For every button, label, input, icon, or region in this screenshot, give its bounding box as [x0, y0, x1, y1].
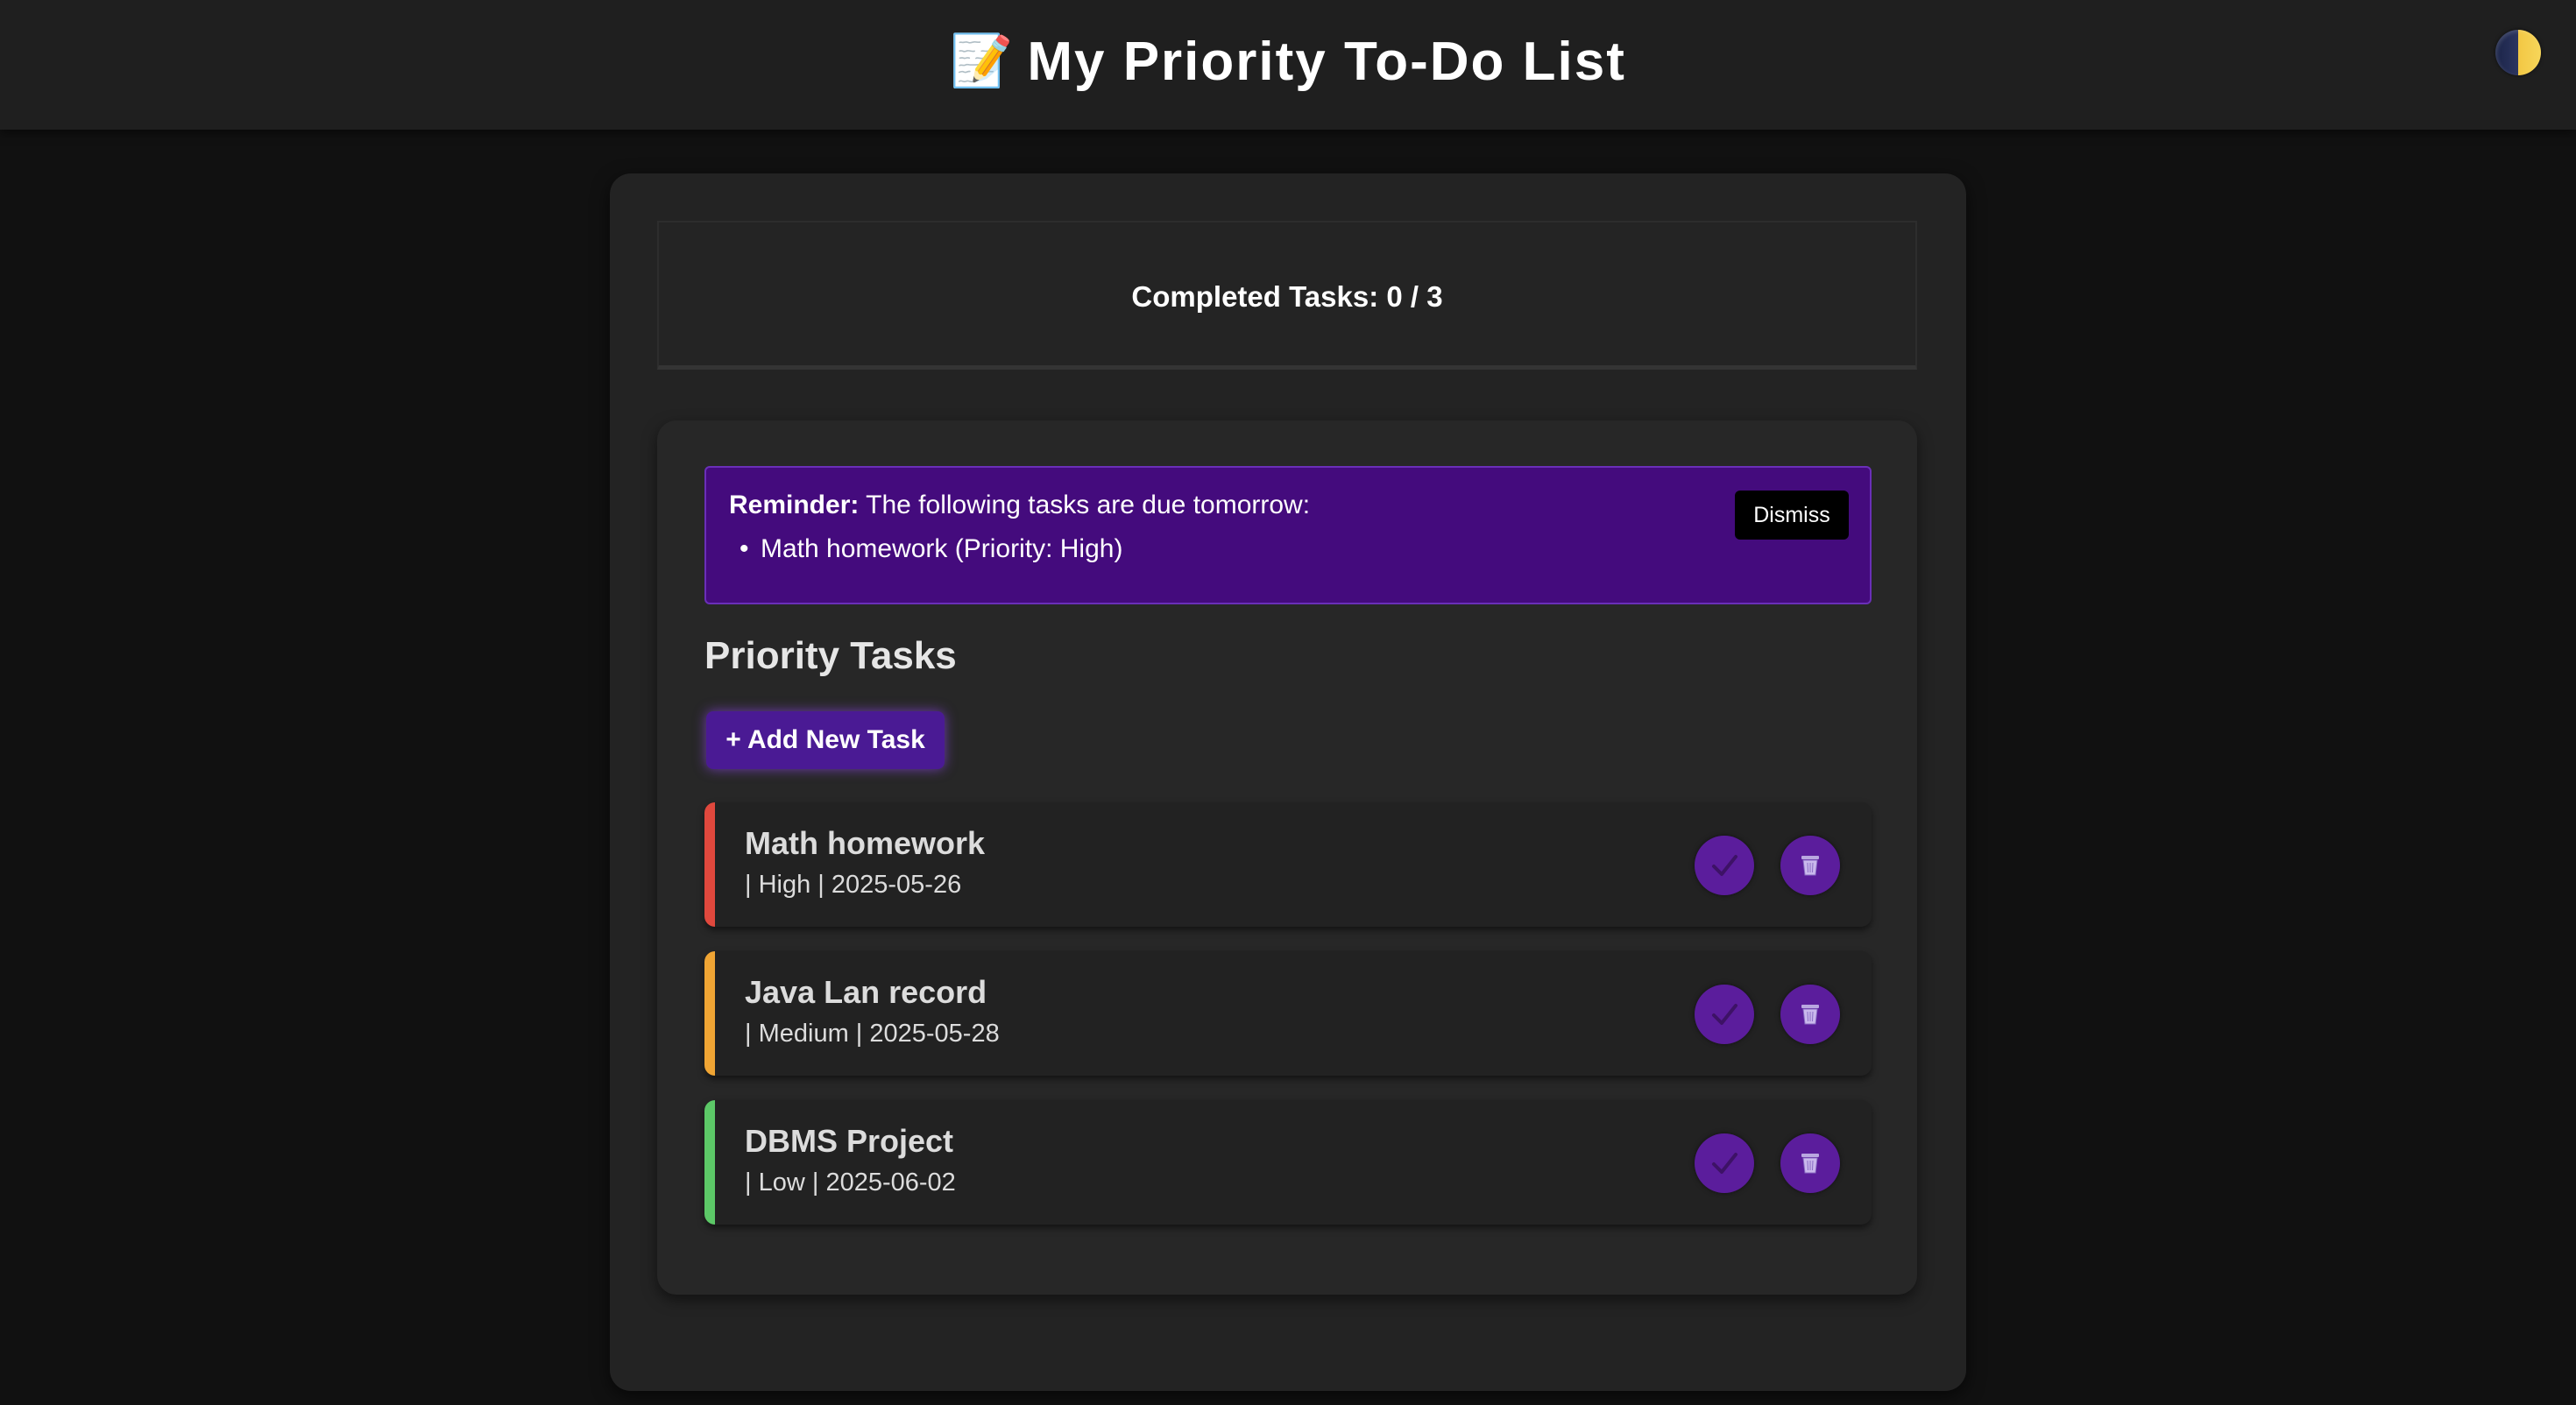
memo-icon: 📝 [950, 32, 1016, 89]
task-card: Java Lan record | Medium | 2025-05-28 [704, 951, 1872, 1076]
task-card: Math homework | High | 2025-05-26 [704, 802, 1872, 927]
main-container: Completed Tasks: 0 / 3 Reminder: The fol… [610, 173, 1966, 1391]
reminder-message: Reminder: The following tasks are due to… [729, 491, 1310, 520]
task-meta: | Medium | 2025-05-28 [745, 1020, 1000, 1048]
task-meta: | Low | 2025-06-02 [745, 1168, 956, 1197]
checkmark-icon [1712, 1153, 1737, 1174]
task-panel: Reminder: The following tasks are due to… [657, 420, 1917, 1295]
task-card: DBMS Project | Low | 2025-06-02 [704, 1100, 1872, 1225]
add-task-button[interactable]: + Add New Task [706, 711, 945, 769]
task-name: DBMS Project [745, 1123, 954, 1159]
checkmark-icon [1712, 1004, 1737, 1025]
app-header: 📝 My Priority To-Do List [0, 0, 2576, 130]
complete-task-button[interactable] [1695, 985, 1754, 1044]
bullet-icon: • [740, 534, 749, 563]
page-title: 📝 My Priority To-Do List [0, 0, 2576, 123]
checkmark-icon [1712, 855, 1737, 876]
complete-task-button[interactable] [1695, 836, 1754, 895]
delete-task-button[interactable] [1780, 1133, 1840, 1193]
priority-stripe [704, 802, 715, 927]
reminder-banner: Reminder: The following tasks are due to… [704, 466, 1872, 604]
trash-icon [1801, 1154, 1819, 1174]
completed-tasks-counter: Completed Tasks: 0 / 3 [1131, 280, 1443, 313]
reminder-label: Reminder: [729, 491, 860, 519]
completion-stats: Completed Tasks: 0 / 3 [657, 221, 1917, 370]
reminder-list-item: • Math homework (Priority: High) [740, 534, 1122, 564]
task-meta: | High | 2025-05-26 [745, 871, 962, 899]
complete-task-button[interactable] [1695, 1133, 1754, 1193]
page-title-text: My Priority To-Do List [1027, 32, 1626, 92]
section-title: Priority Tasks [704, 634, 957, 677]
priority-stripe [704, 1100, 715, 1225]
task-name: Java Lan record [745, 974, 987, 1010]
dismiss-button[interactable]: Dismiss [1735, 491, 1849, 540]
reminder-item-text: Math homework (Priority: High) [761, 534, 1123, 563]
delete-task-button[interactable] [1780, 985, 1840, 1044]
task-name: Math homework [745, 825, 986, 861]
theme-toggle-icon[interactable] [2495, 30, 2541, 75]
trash-icon [1801, 856, 1819, 876]
priority-stripe [704, 951, 715, 1076]
trash-icon [1801, 1005, 1819, 1025]
delete-task-button[interactable] [1780, 836, 1840, 895]
reminder-text: The following tasks are due tomorrow: [859, 491, 1311, 519]
